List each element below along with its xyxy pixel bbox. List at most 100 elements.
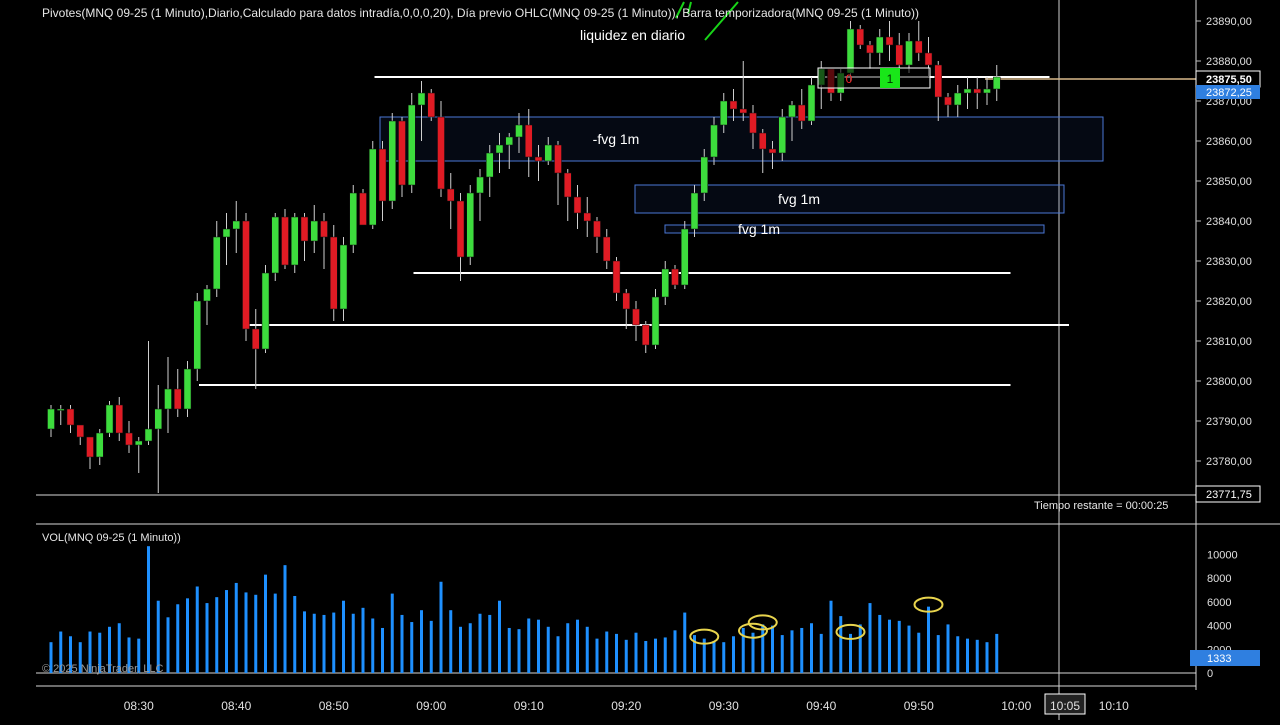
time-tick-label: 09:20 bbox=[611, 699, 641, 713]
volume-bar bbox=[878, 614, 882, 673]
volume-bar bbox=[283, 565, 287, 673]
candle-body bbox=[993, 76, 1001, 90]
candle-body bbox=[427, 92, 435, 118]
candle-body bbox=[651, 296, 660, 346]
candle-body bbox=[261, 272, 270, 350]
candle-body bbox=[729, 100, 738, 110]
candle-body bbox=[300, 216, 309, 242]
candle-body bbox=[788, 104, 796, 118]
volume-bar bbox=[205, 603, 209, 673]
candle-body bbox=[915, 40, 923, 54]
volume-bar bbox=[254, 594, 258, 673]
volume-bar bbox=[780, 635, 784, 673]
volume-bar bbox=[537, 619, 540, 673]
volume-tick-label: 0 bbox=[1207, 668, 1213, 680]
volume-bar bbox=[186, 598, 189, 673]
candle-body bbox=[378, 148, 387, 202]
time-tick-label: 09:30 bbox=[709, 699, 739, 713]
time-tick-label: 08:40 bbox=[221, 699, 251, 713]
candle-body bbox=[359, 192, 367, 226]
candle-body bbox=[583, 212, 591, 222]
volume-bar bbox=[195, 586, 199, 673]
volume-bar bbox=[459, 626, 462, 673]
last-price-label: 23875,50 bbox=[1206, 74, 1252, 86]
volume-tick-label: 10000 bbox=[1207, 550, 1238, 562]
volume-bar bbox=[966, 638, 969, 673]
candle-body bbox=[876, 36, 884, 54]
candle-body bbox=[252, 328, 260, 350]
volume-bar bbox=[985, 642, 989, 673]
volume-bar bbox=[800, 627, 804, 673]
volume-bar bbox=[361, 607, 365, 673]
volume-bar bbox=[429, 620, 433, 673]
candle-body bbox=[281, 216, 289, 266]
fvg-label: -fvg 1m bbox=[593, 131, 640, 147]
candle-body bbox=[213, 236, 221, 290]
volume-bar bbox=[439, 581, 443, 673]
candle-body bbox=[232, 220, 240, 230]
candle-body bbox=[710, 124, 718, 158]
volume-tick-label: 6000 bbox=[1207, 597, 1231, 609]
candle-body bbox=[856, 28, 864, 46]
candle-body bbox=[57, 408, 65, 411]
volume-bar bbox=[888, 619, 891, 673]
volume-bar bbox=[507, 627, 511, 673]
volume-bar bbox=[546, 626, 550, 673]
volume-bar bbox=[215, 597, 219, 673]
candle-body bbox=[934, 64, 942, 98]
volume-bar bbox=[390, 593, 394, 673]
volume-bar bbox=[927, 606, 930, 673]
candle-body bbox=[408, 104, 416, 186]
volume-bar bbox=[381, 627, 384, 673]
candle-body bbox=[768, 148, 777, 154]
candle-body bbox=[330, 236, 338, 310]
green-count-text: 1 bbox=[887, 72, 894, 86]
volume-bar bbox=[166, 617, 170, 673]
volume-bar bbox=[234, 582, 238, 673]
candle-body bbox=[310, 220, 318, 242]
volume-bar bbox=[615, 633, 618, 673]
liquidity-annotation: liquidez en diario bbox=[580, 27, 686, 43]
chart-canvas[interactable]: -fvg 1m fvg 1m fvg 1m 0 1 23890,00 23880,00 2… bbox=[0, 0, 1280, 720]
volume-bar bbox=[829, 600, 833, 673]
volume-bar bbox=[410, 622, 414, 673]
candle-body bbox=[349, 192, 357, 246]
volume-bar bbox=[556, 636, 560, 673]
volume-bar bbox=[322, 614, 326, 673]
volume-bar bbox=[956, 636, 960, 673]
volume-bar bbox=[244, 592, 248, 673]
candle-body bbox=[96, 432, 104, 458]
candle-body bbox=[944, 96, 952, 106]
candle-body bbox=[174, 388, 182, 410]
candle-body bbox=[885, 36, 894, 46]
volume-bar bbox=[176, 604, 180, 673]
volume-bar bbox=[839, 616, 843, 673]
candle-body bbox=[66, 408, 75, 426]
volume-bar bbox=[995, 633, 999, 673]
time-tick-label: 09:50 bbox=[904, 699, 934, 713]
volume-bar bbox=[303, 611, 306, 673]
volume-bar bbox=[595, 638, 599, 673]
volume-bar bbox=[673, 630, 677, 673]
candle-body bbox=[486, 152, 494, 178]
volume-bar bbox=[332, 612, 336, 673]
volume-bar bbox=[517, 629, 521, 673]
marker-frame bbox=[817, 67, 931, 89]
volume-bar bbox=[312, 613, 316, 673]
candle-body bbox=[203, 288, 211, 302]
candle-body bbox=[115, 404, 123, 434]
chart-root: -fvg 1m fvg 1m fvg 1m 0 1 23890,00 23880,00 2… bbox=[0, 0, 1280, 720]
volume-bar bbox=[585, 626, 589, 673]
candle-body bbox=[466, 192, 474, 258]
candle-body bbox=[963, 88, 972, 94]
candle-body bbox=[642, 324, 650, 346]
fvg-label: fvg 1m bbox=[778, 191, 820, 207]
candle-body bbox=[222, 228, 231, 238]
volume-bar bbox=[975, 639, 979, 673]
fvg-zone bbox=[634, 184, 1065, 214]
candle-body bbox=[954, 92, 962, 106]
volume-bar bbox=[732, 636, 735, 673]
candle-body bbox=[456, 200, 465, 258]
price-tick-label: 23860,00 bbox=[1206, 136, 1252, 148]
time-tick-label: 09:40 bbox=[806, 699, 836, 713]
